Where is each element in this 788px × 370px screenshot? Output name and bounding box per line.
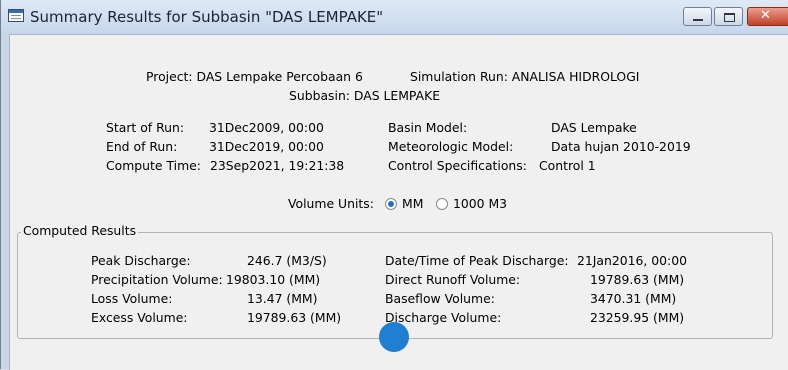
discharge-volume-label: Discharge Volume: bbox=[385, 310, 502, 325]
summary-panel: Project: DAS Lempake Percobaan 6 Simulat… bbox=[9, 34, 788, 370]
simulation-run-label: Simulation Run: ANALISA HIDROLOGI bbox=[410, 69, 640, 84]
discharge-volume-value: 23259.95 (MM) bbox=[590, 310, 685, 325]
close-icon[interactable] bbox=[747, 7, 788, 26]
excess-volume-value: 19789.63 (MM) bbox=[247, 310, 342, 325]
precipitation-volume-value: 19803.10 (MM) bbox=[226, 272, 321, 287]
project-label: Project: DAS Lempake Percobaan 6 bbox=[146, 69, 363, 84]
volume-units-label: Volume Units: bbox=[288, 196, 374, 211]
control-specifications-value: Control 1 bbox=[539, 158, 596, 173]
peak-discharge-label: Peak Discharge: bbox=[91, 253, 191, 268]
compute-time-value: 23Sep2021, 19:21:38 bbox=[210, 158, 345, 173]
end-of-run-value: 31Dec2019, 00:00 bbox=[209, 139, 324, 154]
summary-results-window: Summary Results for Subbasin "DAS LEMPAK… bbox=[0, 0, 788, 370]
volume-units-1000m3-label[interactable]: 1000 M3 bbox=[453, 196, 507, 211]
meteorologic-model-label: Meteorologic Model: bbox=[388, 139, 514, 154]
baseflow-volume-label: Baseflow Volume: bbox=[385, 291, 495, 306]
peak-discharge-datetime-value: 21Jan2016, 00:00 bbox=[577, 253, 687, 268]
computed-results-legend: Computed Results bbox=[21, 223, 139, 238]
subbasin-label: Subbasin: DAS LEMPAKE bbox=[289, 88, 441, 103]
precipitation-volume-label: Precipitation Volume: bbox=[91, 272, 223, 287]
basin-model-label: Basin Model: bbox=[388, 120, 468, 135]
loss-volume-value: 13.47 (MM) bbox=[247, 291, 318, 306]
start-of-run-label: Start of Run: bbox=[106, 120, 185, 135]
start-of-run-value: 31Dec2009, 00:00 bbox=[209, 120, 324, 135]
baseflow-volume-value: 3470.31 (MM) bbox=[590, 291, 677, 306]
minimize-icon[interactable] bbox=[683, 7, 712, 26]
control-specifications-label: Control Specifications: bbox=[388, 158, 527, 173]
direct-runoff-volume-label: Direct Runoff Volume: bbox=[385, 272, 521, 287]
volume-units-mm-label[interactable]: MM bbox=[402, 196, 423, 211]
peak-discharge-value: 246.7 (M3/S) bbox=[247, 253, 327, 268]
title-bar[interactable]: Summary Results for Subbasin "DAS LEMPAK… bbox=[1, 0, 788, 34]
loss-volume-label: Loss Volume: bbox=[91, 291, 173, 306]
maximize-icon[interactable] bbox=[714, 7, 743, 26]
table-window-icon bbox=[8, 9, 24, 22]
compute-time-label: Compute Time: bbox=[106, 158, 201, 173]
peak-discharge-datetime-label: Date/Time of Peak Discharge: bbox=[385, 253, 569, 268]
window-title: Summary Results for Subbasin "DAS LEMPAK… bbox=[30, 8, 384, 26]
basin-model-value: DAS Lempake bbox=[551, 120, 637, 135]
end-of-run-label: End of Run: bbox=[106, 139, 178, 154]
excess-volume-label: Excess Volume: bbox=[91, 310, 188, 325]
meteorologic-model-value: Data hujan 2010-2019 bbox=[551, 139, 691, 154]
direct-runoff-volume-value: 19789.63 (MM) bbox=[590, 272, 685, 287]
blue-circle-indicator bbox=[379, 322, 409, 352]
volume-units-mm-radio[interactable] bbox=[385, 198, 397, 210]
volume-units-1000m3-radio[interactable] bbox=[436, 198, 448, 210]
